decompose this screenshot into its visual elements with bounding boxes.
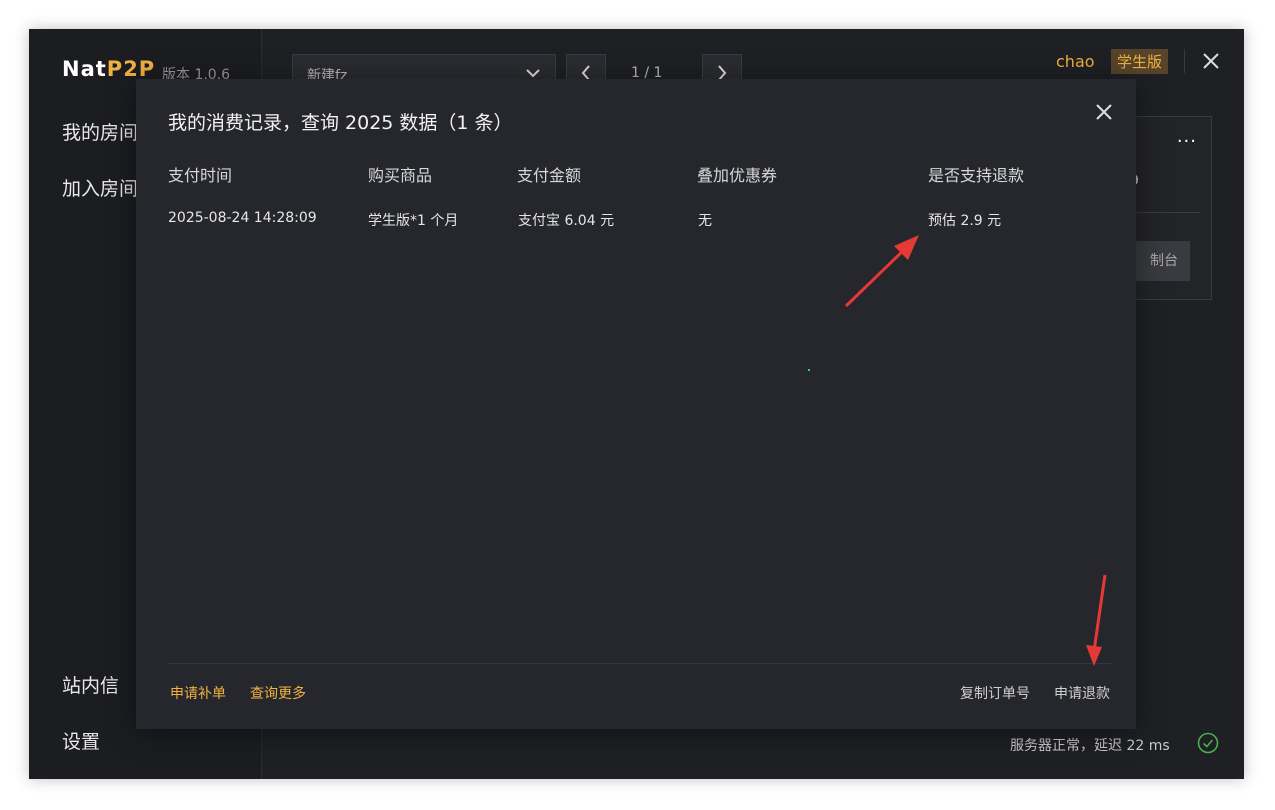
divider	[1184, 49, 1185, 73]
more-icon[interactable]: ···	[1177, 131, 1197, 152]
divider	[168, 663, 1112, 664]
query-more-link[interactable]: 查询更多	[250, 683, 306, 703]
cell-amount: 支付宝 6.04 元	[518, 213, 615, 229]
server-status: 服务器正常，延迟 22 ms	[1010, 738, 1170, 754]
app-logo: NatP2P	[62, 57, 155, 81]
column-header-pay-time: 支付时间	[168, 166, 233, 185]
close-icon[interactable]	[1094, 102, 1114, 122]
cell-pay-time: 2025-08-24 14:28:09	[168, 210, 317, 226]
check-circle-icon	[1197, 732, 1219, 754]
dialog-title: 我的消费记录，查询 2025 数据（1 条）	[168, 112, 513, 134]
column-header-refund: 是否支持退款	[928, 166, 1025, 185]
purchase-history-dialog: 我的消费记录，查询 2025 数据（1 条） 支付时间 购买商品 支付金额 叠加…	[136, 79, 1136, 729]
plan-badge: 学生版	[1111, 49, 1169, 74]
sidebar-item-join-room[interactable]: 加入房间	[62, 174, 138, 201]
green-dot	[808, 369, 810, 371]
cell-refund: 预估 2.9 元	[928, 213, 1002, 229]
sidebar-item-settings[interactable]: 设置	[62, 727, 100, 754]
logo-nat: Nat	[62, 57, 107, 81]
annotation-arrow-refund-estimate	[844, 235, 919, 308]
column-header-coupon: 叠加优惠券	[697, 166, 778, 185]
column-header-product: 购买商品	[368, 166, 433, 185]
cell-coupon: 无	[698, 213, 712, 229]
close-icon[interactable]	[1201, 51, 1221, 71]
apply-refund-button[interactable]: 申请退款	[1054, 683, 1110, 703]
column-header-amount: 支付金额	[517, 166, 582, 185]
logo-p2p: P2P	[106, 57, 156, 81]
sidebar-item-messages[interactable]: 站内信	[62, 671, 119, 698]
username[interactable]: chao	[1056, 52, 1095, 71]
sidebar-item-my-room[interactable]: 我的房间	[62, 118, 138, 145]
annotation-arrow-apply-refund	[1086, 574, 1107, 666]
copy-order-button[interactable]: 复制订单号	[960, 683, 1030, 703]
cell-product: 学生版*1 个月	[368, 213, 459, 229]
apply-supplement-link[interactable]: 申请补单	[170, 683, 226, 703]
